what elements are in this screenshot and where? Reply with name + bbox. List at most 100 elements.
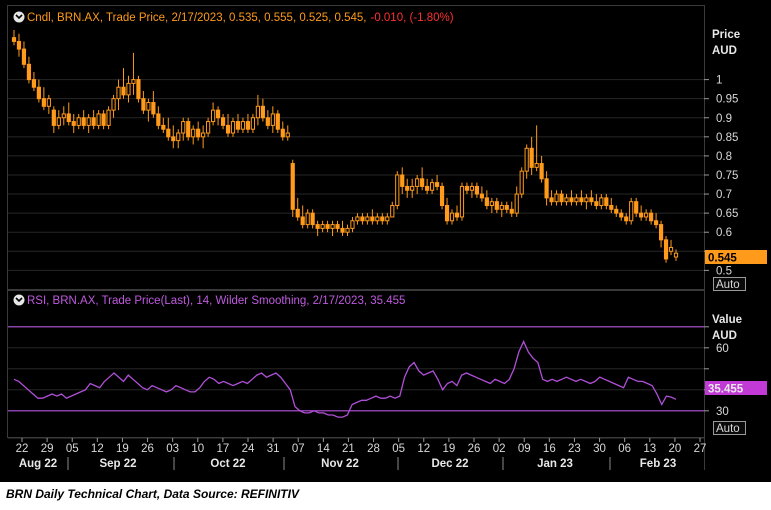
candle [116, 79, 121, 111]
price-tick-label: 0.75 [716, 170, 738, 182]
rsi-last-value: 35.455 [708, 384, 744, 396]
candle-body-down [494, 201, 499, 210]
day-tick-label: 02 [493, 443, 506, 455]
candle [355, 213, 360, 225]
price-tick-label: 0.5 [716, 265, 732, 277]
candle-body-up [285, 132, 290, 138]
day-tick-label: 07 [292, 443, 305, 455]
candle [315, 220, 320, 237]
candle [330, 220, 335, 237]
chart-frame: 0.5 0.6 0.65 0.7 0.75 0.8 0.85 0.9 0.95 1 30 60 22… [0, 0, 771, 482]
candle-body-up [644, 212, 649, 218]
candle [644, 209, 649, 221]
candle [430, 178, 435, 195]
candle-body-up [255, 105, 260, 119]
rsi-auto-scale-button[interactable]: Auto [713, 421, 746, 436]
candle-body-down [405, 185, 410, 191]
candle [554, 190, 559, 206]
candle [235, 113, 241, 134]
candle-body-up [146, 101, 151, 111]
candle-body-up [126, 82, 131, 96]
candle-body-up [629, 201, 634, 222]
candle-body-up [250, 117, 256, 130]
day-tick-label: 05 [392, 443, 405, 455]
candle-body-up [449, 212, 455, 222]
candle [400, 167, 405, 195]
price-legend-text: Cndl, BRN.AX, Trade Price, 2/17/2023, 0.… [27, 12, 366, 24]
candle-body-down [290, 163, 295, 210]
candle-body-down [544, 178, 549, 199]
candle-body-down [529, 147, 534, 168]
price-last-value-badge: 0.545 [705, 250, 767, 265]
month-label: Aug 22 [19, 458, 57, 470]
candle-body-down [604, 197, 609, 207]
candle-body-down [464, 185, 470, 191]
day-tick-label: 20 [668, 443, 681, 455]
day-tick-label: 29 [41, 443, 54, 455]
candle-body-down [220, 117, 226, 126]
candle-body-down [315, 224, 320, 229]
rsi-legend-icon[interactable] [13, 294, 25, 306]
candle [509, 201, 514, 217]
candle [76, 113, 81, 130]
candle-body-down [215, 109, 221, 119]
candle-body-down [260, 105, 265, 119]
candle-body-down [235, 121, 241, 130]
candle-body-up [430, 182, 435, 191]
candle-body-up [86, 117, 91, 126]
candle-body-down [136, 79, 141, 100]
candle [201, 125, 206, 149]
candle [16, 33, 22, 57]
price-auto-scale-button[interactable]: Auto [713, 277, 746, 292]
price-tick-label: 0.9 [716, 113, 732, 125]
candle-body-up [410, 185, 415, 191]
candle-body-up [534, 163, 539, 168]
month-label: Feb 23 [640, 458, 676, 470]
candle [141, 91, 146, 114]
candle [310, 209, 315, 229]
candle-body-down [658, 224, 664, 241]
candle [544, 171, 549, 206]
candle [265, 110, 270, 130]
day-tick-label: 31 [267, 443, 280, 455]
candle-body-down [609, 205, 614, 210]
candle-body-down [171, 136, 176, 142]
candle [653, 213, 659, 229]
candle [609, 197, 614, 214]
candle-body-up [375, 216, 380, 222]
day-tick-label: 12 [417, 443, 430, 455]
candle-body-down [21, 48, 27, 65]
day-tick-label: 10 [191, 443, 204, 455]
candle [604, 194, 609, 210]
day-tick-label: 21 [342, 443, 355, 455]
candle-body-down [663, 239, 669, 260]
candle [504, 201, 509, 214]
day-tick-label: 19 [116, 443, 129, 455]
candle [91, 110, 96, 130]
candle [71, 113, 76, 134]
candle [639, 205, 644, 221]
rsi-legend-text: RSI, BRN.AX, Trade Price(Last), 14, Wild… [27, 295, 405, 307]
candle-body-down [335, 224, 340, 229]
candle [305, 209, 310, 229]
price-legend-icon[interactable] [13, 11, 25, 23]
rsi-panel-border [7, 290, 705, 438]
candle-body-down [370, 216, 375, 222]
candle-body-down [121, 86, 126, 96]
day-tick-label: 27 [694, 443, 707, 455]
candle [464, 182, 470, 195]
candle-body-down [444, 205, 450, 222]
day-tick-label: 26 [141, 443, 154, 455]
candle [574, 194, 579, 206]
price-axis-unit: AUD [712, 45, 737, 57]
candle [549, 190, 554, 206]
candle-body-up [345, 227, 350, 233]
candle-body-up [116, 86, 121, 100]
candle-body-down [225, 124, 231, 134]
candle [405, 178, 410, 198]
candle [589, 190, 594, 206]
candle [350, 216, 355, 233]
candle-body-up [574, 197, 579, 203]
candle-body-up [181, 121, 186, 134]
candle-body-down [589, 197, 594, 203]
